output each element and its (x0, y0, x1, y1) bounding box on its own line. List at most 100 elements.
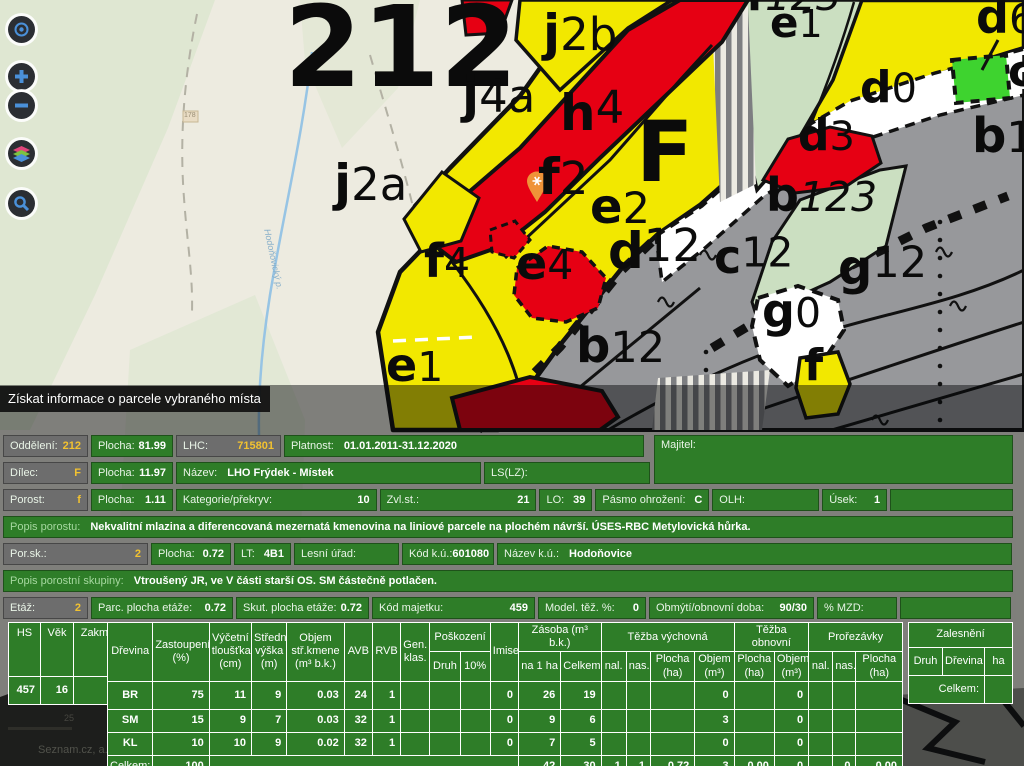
table-cell: 11 (209, 681, 251, 709)
field-plocha: Plocha:11.97 (91, 462, 173, 484)
table-cell: 1 (372, 732, 400, 755)
table-cell: 457 (9, 677, 41, 705)
table-header: Objem (m³) (695, 652, 734, 681)
table-total-row: Celkem: (909, 676, 1013, 704)
field-obmyti-obnovni-doba: Obmýtí/obnovní doba:90/30 (649, 597, 814, 619)
table-cell: 10 (209, 732, 251, 755)
table-cell: Celkem: (909, 676, 985, 704)
table-header: Dřevina (943, 648, 985, 676)
locate-button[interactable] (8, 16, 35, 43)
field-pasmo-ohrozeni: Pásmo ohrožení:C (595, 489, 709, 511)
table-header: Zastoupení (%) (153, 623, 209, 682)
table-cell: SM (108, 709, 153, 732)
building-label: 178 (184, 112, 196, 119)
table-header: Střední výška (m) (252, 623, 287, 682)
stand-summary-table: HSVěkZakm.457169 (8, 622, 119, 705)
zoom-out-button[interactable] (8, 92, 35, 119)
panel-row: Popis porostní skupiny:Vtroušený JR, ve … (3, 570, 1016, 592)
table-cell: 0 (490, 681, 518, 709)
scale-bar (8, 727, 72, 730)
field-mzd: % MZD: (817, 597, 897, 619)
field-field (900, 597, 1011, 619)
parcel-green (952, 55, 1010, 103)
field-olh: OLH: (712, 489, 819, 511)
table-cell (601, 681, 626, 709)
table-cell (460, 681, 490, 709)
field-kod-k-u: Kód k.ú.:601080 (402, 543, 494, 565)
table-cell (734, 709, 774, 732)
field-popis-porostu: Popis porostu:Nekvalitní mlazina a difer… (3, 516, 1013, 538)
species-table: DřevinaZastoupení (%)Výčetní tloušťka (c… (107, 622, 903, 766)
table-cell (833, 732, 856, 755)
table-row: SM15970.0332109630 (108, 709, 903, 732)
table-cell: 0 (774, 709, 808, 732)
layers-button[interactable] (8, 140, 35, 167)
table-cell: 9 (252, 681, 287, 709)
table-cell: 1 (626, 755, 650, 766)
field-oddeleni: Oddělení:212 (3, 435, 88, 457)
table-row: KL101090.0232107500 (108, 732, 903, 755)
table-cell (856, 732, 903, 755)
table-cell: KL (108, 732, 153, 755)
field-ls-lz: LS(LZ): (484, 462, 650, 484)
table-cell (985, 676, 1013, 704)
table-header: nas. (626, 652, 650, 681)
table-cell: 1 (601, 755, 626, 766)
table-cell: 32 (344, 709, 372, 732)
table-cell: 0 (774, 681, 808, 709)
zoom-in-button[interactable] (8, 63, 35, 90)
table-cell: 10 (153, 732, 209, 755)
table-cell (809, 709, 833, 732)
minus-icon (14, 98, 29, 113)
locate-icon (13, 21, 30, 38)
table-header: Zalesnění (909, 623, 1013, 648)
panel-row: Por.sk.:2Plocha:0.72LT:4B1Lesní úřad:Kód… (3, 543, 1016, 565)
field-platnost: Platnost:01.01.2011-31.12.2020 (284, 435, 644, 457)
table-cell: 7 (252, 709, 287, 732)
table-cell: 7 (518, 732, 560, 755)
plus-icon (14, 69, 29, 84)
field-plocha: Plocha:81.99 (91, 435, 173, 457)
panel-row: Etáž:2Parc. plocha etáže:0.72Skut. ploch… (3, 597, 1016, 619)
table-cell: 0 (774, 732, 808, 755)
table-cell (833, 709, 856, 732)
field-field (890, 489, 1013, 511)
table-cell: 9 (252, 732, 287, 755)
layers-icon (12, 145, 31, 162)
field-majitel: Majitel: (654, 435, 1013, 484)
field-lt: LT:4B1 (234, 543, 291, 565)
search-button[interactable] (8, 190, 35, 217)
search-icon (13, 195, 30, 212)
field-porost: Porost:f (3, 489, 88, 511)
field-lhc: LHC:715801 (176, 435, 281, 457)
table-header: Imise (490, 623, 518, 682)
table-cell (626, 732, 650, 755)
table-cell: 0.03 (287, 681, 344, 709)
table-cell: 0 (490, 732, 518, 755)
map-attribution: Seznam.cz, a.s. (38, 744, 116, 756)
table-cell: 30 (561, 755, 601, 766)
table-cell (626, 709, 650, 732)
field-dilec: Dílec:F (3, 462, 88, 484)
field-por-sk: Por.sk.:2 (3, 543, 148, 565)
table-cell: 0 (695, 681, 734, 709)
table-cell (833, 681, 856, 709)
table-header: Dřevina (108, 623, 153, 682)
panel-row: Popis porostu:Nekvalitní mlazina a difer… (3, 516, 1016, 538)
table-cell (430, 681, 460, 709)
app-window: 212j2bj4aj2ah4f2e2Ff4e4e1e1f123d6d0d3b12… (0, 0, 1024, 766)
table-header: Výčetní tloušťka (cm) (209, 623, 251, 682)
table-cell (650, 681, 694, 709)
table-header: nal. (601, 652, 626, 681)
field-plocha: Plocha:0.72 (151, 543, 231, 565)
field-zvl-st: Zvl.st.:21 (380, 489, 537, 511)
table-header: Plocha (ha) (856, 652, 903, 681)
table-cell: 6 (561, 709, 601, 732)
field-kategorie-prekryv: Kategorie/překryv:10 (176, 489, 377, 511)
field-kod-majetku: Kód majetku:459 (372, 597, 535, 619)
table-cell (856, 709, 903, 732)
table-cell: 32 (344, 732, 372, 755)
field-nazev: Název:LHO Frýdek - Místek (176, 462, 481, 484)
field-plocha: Plocha:1.11 (91, 489, 173, 511)
table-cell (430, 709, 460, 732)
